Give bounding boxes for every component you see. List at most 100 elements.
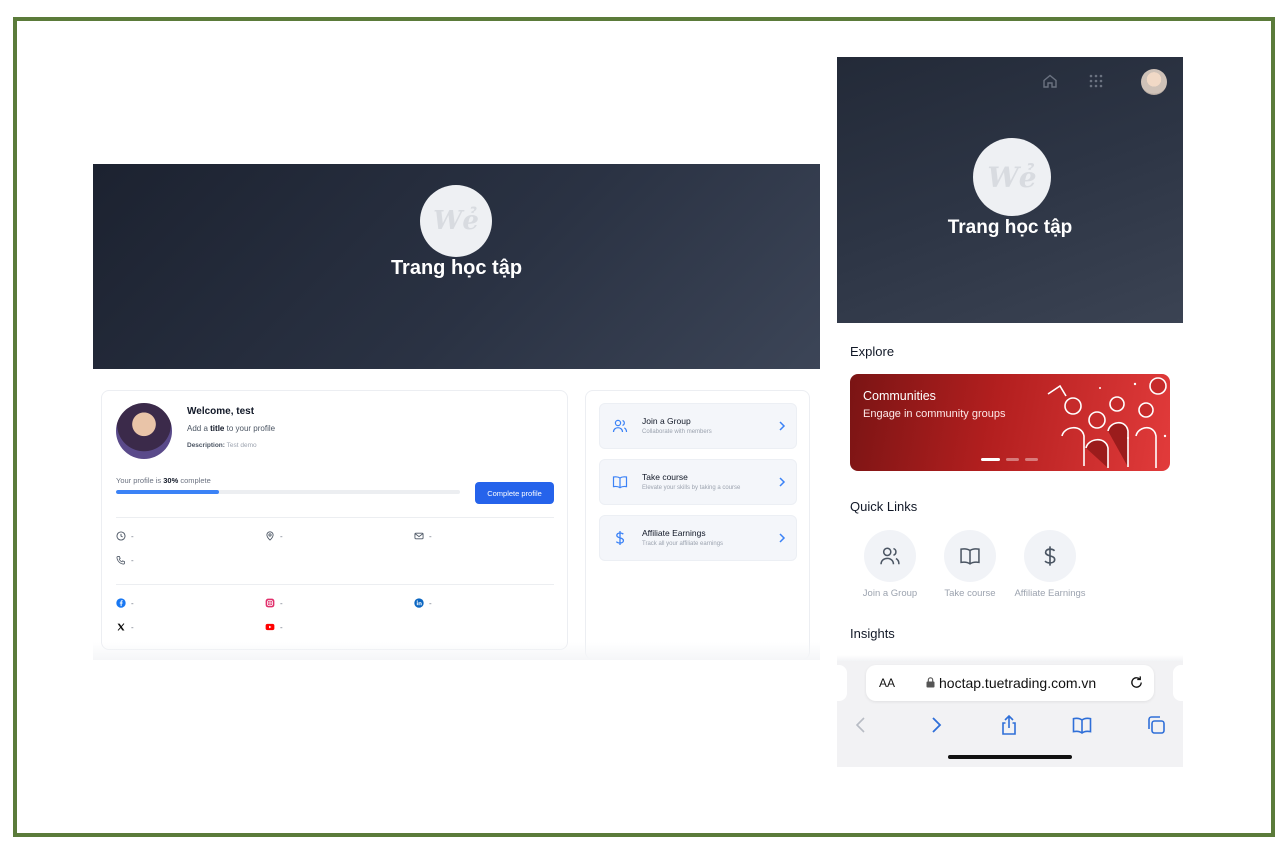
- quick-link-label: Take course: [944, 588, 996, 599]
- explore-heading: Explore: [850, 344, 895, 359]
- carousel-dot[interactable]: [1025, 458, 1038, 461]
- info-phone: -: [116, 555, 134, 565]
- chevron-right-icon: [779, 533, 786, 543]
- action-subtitle: Track all your affiliate earnings: [642, 541, 724, 547]
- site-logo-text: Wẻ: [433, 206, 479, 236]
- book-icon: [960, 548, 980, 565]
- mobile-view: Wẻ Trang học tập Explore Communities Eng…: [837, 57, 1183, 767]
- profile-card: Welcome, test Add a title to your profil…: [101, 390, 568, 650]
- share-icon[interactable]: [998, 714, 1020, 736]
- mobile-banner: Wẻ Trang học tập: [837, 57, 1183, 323]
- prev-tab-peek[interactable]: [837, 665, 847, 701]
- social-x[interactable]: -: [116, 622, 134, 632]
- quick-link-join-group[interactable]: Join a Group: [850, 530, 930, 599]
- tabs-icon[interactable]: [1145, 714, 1167, 736]
- add-title-hint[interactable]: Add a title to your profile: [187, 424, 275, 433]
- action-title: Join a Group: [642, 416, 691, 426]
- action-take-course[interactable]: Take course Elevate your skills by takin…: [599, 459, 797, 505]
- user-avatar[interactable]: [1141, 69, 1167, 95]
- desktop-banner: Wẻ Trang học tập: [93, 164, 820, 369]
- action-affiliate-earnings[interactable]: Affiliate Earnings Track all your affili…: [599, 515, 797, 561]
- reload-icon[interactable]: [1129, 675, 1144, 690]
- carousel-dot-active[interactable]: [981, 458, 1000, 461]
- quick-links-heading: Quick Links: [850, 499, 918, 514]
- communities-carousel-card[interactable]: Communities Engage in community groups: [850, 374, 1170, 471]
- info-location-value: -: [280, 531, 283, 541]
- clock-icon: [116, 531, 126, 541]
- carousel-dot[interactable]: [1006, 458, 1019, 461]
- social-youtube-value: -: [280, 622, 283, 632]
- divider: [116, 517, 554, 518]
- profile-description: Description: Test demo: [187, 442, 257, 449]
- book-icon: [612, 476, 628, 489]
- forward-icon[interactable]: [925, 714, 947, 736]
- insights-heading: Insights: [850, 626, 895, 641]
- next-tab-peek[interactable]: [1173, 665, 1183, 701]
- phone-icon: [116, 556, 125, 565]
- social-linkedin[interactable]: -: [414, 598, 432, 608]
- progress-suffix: complete: [178, 476, 211, 485]
- quick-link-label: Join a Group: [862, 588, 918, 599]
- site-logo-text: Wẻ: [987, 160, 1037, 194]
- info-time-value: -: [131, 531, 134, 541]
- social-facebook-value: -: [131, 598, 134, 608]
- description-value: Test demo: [226, 442, 257, 449]
- home-indicator: [948, 755, 1072, 759]
- youtube-icon: [265, 623, 275, 631]
- add-title-prefix: Add a: [187, 424, 211, 433]
- social-instagram-value: -: [280, 598, 283, 608]
- quick-link-affiliate-earnings[interactable]: Affiliate Earnings: [1010, 530, 1090, 599]
- hero-subtitle: Engage in community groups: [863, 408, 1006, 420]
- action-join-group[interactable]: Join a Group Collaborate with members: [599, 403, 797, 449]
- dollar-icon: [615, 531, 625, 545]
- lock-icon: [926, 677, 935, 688]
- social-youtube[interactable]: -: [265, 622, 283, 632]
- info-phone-value: -: [131, 555, 134, 565]
- progress-value: 30%: [163, 476, 179, 485]
- facebook-icon: [116, 598, 126, 608]
- users-icon: [612, 419, 628, 433]
- page-title: Trang học tập: [390, 257, 523, 279]
- community-illustration: [1047, 377, 1167, 468]
- info-time: -: [116, 531, 134, 541]
- progress-prefix: Your profile is: [116, 476, 164, 485]
- home-icon[interactable]: [1042, 73, 1058, 89]
- address-bar[interactable]: AA hoctap.tuetrading.com.vn: [866, 665, 1154, 701]
- quick-link-icon-wrap: [944, 530, 996, 582]
- site-logo[interactable]: Wẻ: [420, 185, 492, 257]
- quick-link-take-course[interactable]: Take course: [930, 530, 1010, 599]
- action-title: Affiliate Earnings: [642, 528, 706, 538]
- bookmarks-icon[interactable]: [1071, 714, 1093, 736]
- back-icon[interactable]: [850, 714, 872, 736]
- hero-title: Communities: [863, 389, 936, 403]
- instagram-icon: [265, 598, 275, 608]
- quick-link-label: Affiliate Earnings: [1014, 588, 1086, 599]
- add-title-suffix: to your profile: [224, 424, 276, 433]
- text-size-label: AA: [879, 676, 896, 690]
- profile-progress-text: Your profile is 30% complete: [116, 476, 211, 485]
- action-subtitle: Elevate your skills by taking a course: [642, 485, 741, 491]
- info-location: -: [265, 531, 283, 541]
- mail-icon: [414, 532, 424, 540]
- users-icon: [880, 547, 900, 565]
- page-title: Trang học tập: [947, 217, 1073, 238]
- info-email: -: [414, 531, 432, 541]
- info-email-value: -: [429, 531, 432, 541]
- avatar[interactable]: [116, 403, 172, 459]
- action-subtitle: Collaborate with members: [642, 429, 712, 435]
- chevron-right-icon: [779, 421, 786, 431]
- social-facebook[interactable]: -: [116, 598, 134, 608]
- site-logo[interactable]: Wẻ: [973, 138, 1051, 216]
- carousel-dots[interactable]: [981, 458, 1038, 461]
- linkedin-icon: [414, 598, 424, 608]
- complete-profile-button[interactable]: Complete profile: [475, 482, 554, 504]
- text-size-button[interactable]: AA: [879, 676, 895, 690]
- quick-link-icon-wrap: [864, 530, 916, 582]
- add-title-bold: title: [210, 424, 225, 433]
- url-text: hoctap.tuetrading.com.vn: [939, 675, 1097, 691]
- social-instagram[interactable]: -: [265, 598, 283, 608]
- apps-grid-icon[interactable]: [1088, 73, 1104, 89]
- quick-link-icon-wrap: [1024, 530, 1076, 582]
- social-x-value: -: [131, 622, 134, 632]
- profile-progress-bar: [116, 490, 460, 494]
